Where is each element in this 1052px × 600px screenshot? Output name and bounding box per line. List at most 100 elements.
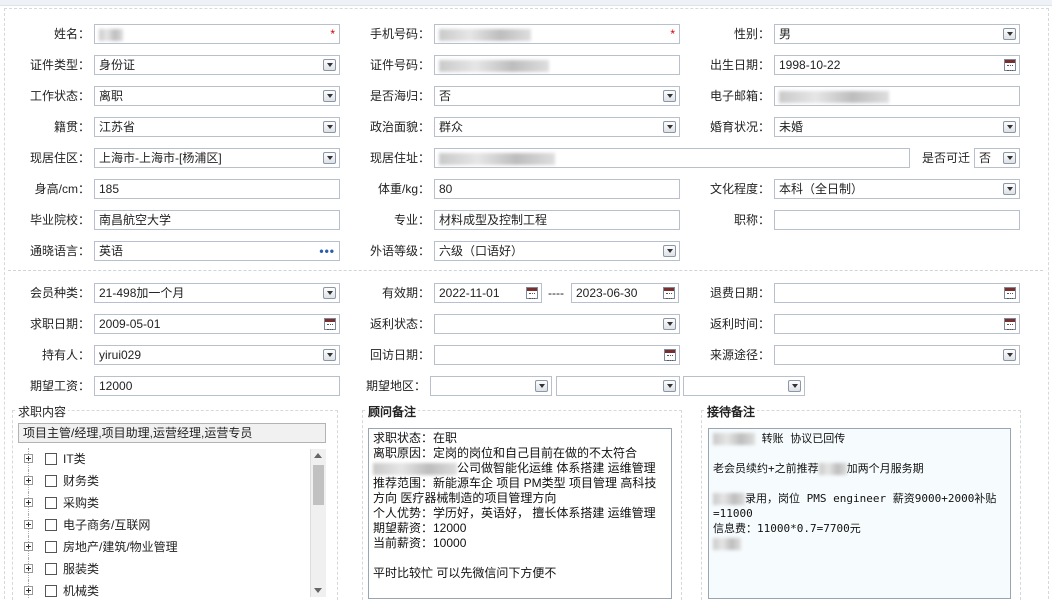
valid-to-value: 2023-06-30 bbox=[576, 286, 638, 300]
name-label: 姓名： bbox=[53, 27, 90, 41]
redacted-text bbox=[713, 493, 745, 505]
tree-scrollbar[interactable] bbox=[310, 449, 326, 597]
gender-value: 男 bbox=[779, 27, 792, 41]
overseas-select[interactable]: 否 bbox=[434, 86, 680, 106]
chevron-down-icon[interactable] bbox=[663, 90, 676, 102]
checkbox[interactable] bbox=[45, 541, 57, 553]
chevron-down-icon[interactable] bbox=[323, 349, 336, 361]
id-no-field[interactable] bbox=[434, 55, 680, 75]
area-district-select[interactable] bbox=[683, 376, 805, 396]
valid-to-field[interactable]: 2023-06-30 bbox=[571, 283, 679, 303]
weight-field[interactable]: 80 bbox=[434, 179, 680, 199]
residence-area-select[interactable]: 上海市-上海市-[杨浦区] bbox=[94, 148, 340, 168]
expand-icon[interactable] bbox=[24, 520, 33, 529]
chevron-down-icon[interactable] bbox=[663, 380, 676, 392]
calendar-icon[interactable] bbox=[1004, 59, 1016, 71]
valid-from-field[interactable]: 2022-11-01 bbox=[434, 283, 542, 303]
note-line: 求职状态：在职 bbox=[373, 431, 458, 445]
chevron-down-icon[interactable] bbox=[663, 121, 676, 133]
chevron-down-icon[interactable] bbox=[1003, 152, 1016, 164]
expand-icon[interactable] bbox=[24, 586, 33, 595]
scroll-up-icon[interactable] bbox=[314, 453, 322, 458]
visit-date-field[interactable] bbox=[434, 345, 680, 365]
tree-item[interactable]: 采购类 bbox=[18, 492, 326, 514]
area-province-select[interactable] bbox=[430, 376, 552, 396]
chevron-down-icon[interactable] bbox=[1003, 121, 1016, 133]
chevron-down-icon[interactable] bbox=[663, 318, 676, 330]
chevron-down-icon[interactable] bbox=[1003, 28, 1016, 40]
birth-date-field[interactable]: 1998-10-22 bbox=[774, 55, 1020, 75]
calendar-icon[interactable] bbox=[1004, 287, 1016, 299]
chevron-down-icon[interactable] bbox=[323, 59, 336, 71]
checkbox[interactable] bbox=[45, 475, 57, 487]
calendar-icon[interactable] bbox=[324, 318, 336, 330]
checkbox[interactable] bbox=[45, 519, 57, 531]
scroll-thumb[interactable] bbox=[313, 465, 324, 505]
chevron-down-icon[interactable] bbox=[535, 380, 548, 392]
title-field[interactable] bbox=[774, 210, 1020, 230]
more-icon[interactable]: ••• bbox=[319, 242, 335, 260]
chevron-down-icon[interactable] bbox=[1003, 183, 1016, 195]
language-value: 英语 bbox=[99, 244, 124, 258]
marital-select[interactable]: 未婚 bbox=[774, 117, 1020, 137]
chevron-down-icon[interactable] bbox=[788, 380, 801, 392]
chevron-down-icon[interactable] bbox=[663, 245, 676, 257]
relocate-select[interactable]: 否 bbox=[974, 148, 1020, 168]
tree-item[interactable]: 房地产/建筑/物业管理 bbox=[18, 536, 326, 558]
school-field[interactable]: 南昌航空大学 bbox=[94, 210, 340, 230]
name-field[interactable]: * bbox=[94, 24, 340, 44]
address-field[interactable] bbox=[434, 148, 910, 168]
education-value: 本科（全日制） bbox=[779, 182, 864, 196]
education-label: 文化程度： bbox=[709, 182, 770, 196]
chevron-down-icon[interactable] bbox=[323, 287, 336, 299]
area-city-select[interactable] bbox=[556, 376, 680, 396]
calendar-icon[interactable] bbox=[1004, 318, 1016, 330]
rebate-status-select[interactable] bbox=[434, 314, 680, 334]
tree-item[interactable]: 机械类 bbox=[18, 580, 326, 598]
expand-icon[interactable] bbox=[24, 498, 33, 507]
political-select[interactable]: 群众 bbox=[434, 117, 680, 137]
major-field[interactable]: 材料成型及控制工程 bbox=[434, 210, 680, 230]
checkbox[interactable] bbox=[45, 585, 57, 597]
calendar-icon[interactable] bbox=[526, 287, 538, 299]
advisor-note-textarea[interactable]: 求职状态：在职 离职原因：定岗的岗位和自己目前在做的不太符合 公司做智能化运维 体系… bbox=[368, 428, 672, 599]
calendar-icon[interactable] bbox=[664, 349, 676, 361]
tree-item[interactable]: IT类 bbox=[18, 448, 326, 470]
expand-icon[interactable] bbox=[24, 542, 33, 551]
scroll-down-icon[interactable] bbox=[314, 588, 322, 593]
phone-field[interactable]: * bbox=[434, 24, 680, 44]
calendar-icon[interactable] bbox=[663, 287, 675, 299]
expand-icon[interactable] bbox=[24, 476, 33, 485]
refund-date-field[interactable] bbox=[774, 283, 1020, 303]
checkbox[interactable] bbox=[45, 563, 57, 575]
source-select[interactable] bbox=[774, 345, 1020, 365]
tree-item[interactable]: 电子商务/互联网 bbox=[18, 514, 326, 536]
holder-select[interactable]: yirui029 bbox=[94, 345, 340, 365]
job-date-field[interactable]: 2009-05-01 bbox=[94, 314, 340, 334]
height-field[interactable]: 185 bbox=[94, 179, 340, 199]
chevron-down-icon[interactable] bbox=[323, 121, 336, 133]
member-type-select[interactable]: 21-498加一个月 bbox=[94, 283, 340, 303]
lang-level-select[interactable]: 六级（口语好） bbox=[434, 241, 680, 261]
reception-note-textarea[interactable]: 转账 协议已回传 老会员续约+之前推荐 加两个月服务期 录用，岗位 PMS engin… bbox=[708, 428, 1011, 599]
id-type-select[interactable]: 身份证 bbox=[94, 55, 340, 75]
expand-icon[interactable] bbox=[24, 564, 33, 573]
checkbox[interactable] bbox=[45, 453, 57, 465]
checkbox[interactable] bbox=[45, 497, 57, 509]
visit-date-label: 回访日期： bbox=[369, 348, 430, 362]
rebate-time-field[interactable] bbox=[774, 314, 1020, 334]
language-field[interactable]: 英语 ••• bbox=[94, 241, 340, 261]
email-field[interactable] bbox=[774, 86, 1020, 106]
chevron-down-icon[interactable] bbox=[323, 90, 336, 102]
chevron-down-icon[interactable] bbox=[323, 152, 336, 164]
education-select[interactable]: 本科（全日制） bbox=[774, 179, 1020, 199]
native-select[interactable]: 江苏省 bbox=[94, 117, 340, 137]
gender-select[interactable]: 男 bbox=[774, 24, 1020, 44]
salary-field[interactable]: 12000 bbox=[94, 376, 340, 396]
tree-item[interactable]: 财务类 bbox=[18, 470, 326, 492]
tree-item[interactable]: 服装类 bbox=[18, 558, 326, 580]
expand-icon[interactable] bbox=[24, 454, 33, 463]
work-status-select[interactable]: 离职 bbox=[94, 86, 340, 106]
tree-item-label: IT类 bbox=[63, 452, 86, 466]
chevron-down-icon[interactable] bbox=[1003, 349, 1016, 361]
